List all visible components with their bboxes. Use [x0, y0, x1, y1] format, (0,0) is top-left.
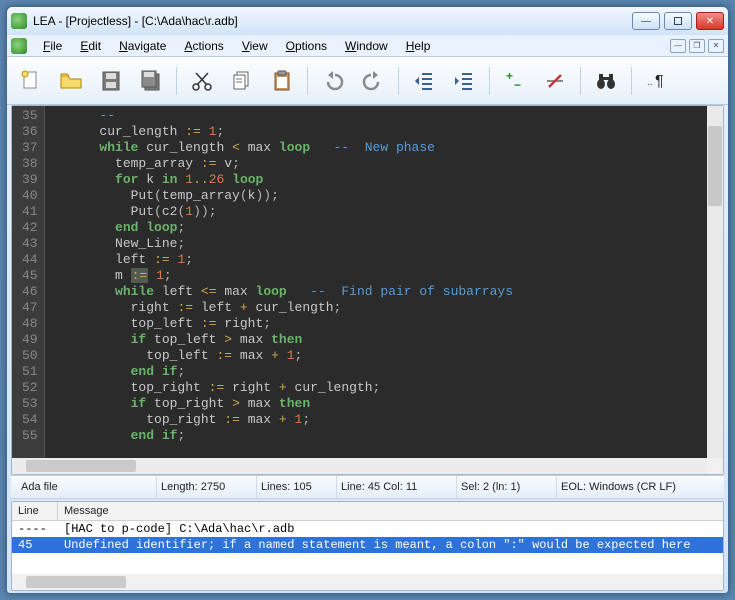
messages-header: Line Message — [12, 502, 723, 521]
find-button[interactable] — [588, 63, 624, 99]
separator — [307, 67, 308, 95]
toggle-breakpoint-button[interactable] — [537, 63, 573, 99]
outdent-button[interactable] — [406, 63, 442, 99]
svg-text:¶: ¶ — [655, 73, 664, 90]
status-selection: Sel: 2 (ln: 1) — [457, 476, 557, 498]
paste-button[interactable] — [264, 63, 300, 99]
pilcrow-icon: ..¶ — [645, 69, 669, 93]
separator — [631, 67, 632, 95]
scrollbar-thumb[interactable] — [26, 460, 136, 472]
titlebar[interactable]: LEA - [Projectless] - [C:\Ada\hac\r.adb]… — [7, 7, 728, 35]
add-remove-button[interactable]: +− — [497, 63, 533, 99]
editor-pane: 3536373839404142434445464748495051525354… — [11, 105, 724, 475]
messages-rows: ----[HAC to p-code] C:\Ada\hac\r.adb45Un… — [12, 521, 723, 574]
open-file-button[interactable] — [53, 63, 89, 99]
separator — [580, 67, 581, 95]
separator — [176, 67, 177, 95]
line-gutter: 3536373839404142434445464748495051525354… — [12, 106, 45, 458]
pilcrow-button[interactable]: ..¶ — [639, 63, 675, 99]
status-position: Line: 45 Col: 11 — [337, 476, 457, 498]
scrollbar-thumb[interactable] — [26, 576, 126, 588]
mdi-restore-icon[interactable]: ❐ — [689, 39, 705, 53]
outdent-icon — [412, 69, 436, 93]
scrollbar-thumb[interactable] — [708, 126, 722, 206]
close-button[interactable]: ✕ — [696, 12, 724, 30]
undo-button[interactable] — [315, 63, 351, 99]
menu-navigate[interactable]: Navigate — [111, 37, 174, 55]
menu-window[interactable]: Window — [337, 37, 396, 55]
horizontal-scrollbar[interactable] — [12, 458, 707, 474]
undo-icon — [321, 69, 345, 93]
messages-panel: Line Message ----[HAC to p-code] C:\Ada\… — [11, 501, 724, 591]
status-lines: Lines: 105 — [257, 476, 337, 498]
status-bar: Ada file Length: 2750 Lines: 105 Line: 4… — [11, 475, 724, 499]
redo-button[interactable] — [355, 63, 391, 99]
new-file-button[interactable] — [13, 63, 49, 99]
separator — [489, 67, 490, 95]
messages-header-message[interactable]: Message — [58, 502, 723, 520]
messages-scrollbar[interactable] — [12, 574, 723, 590]
copy-button[interactable] — [224, 63, 260, 99]
save-all-button[interactable] — [133, 63, 169, 99]
app-icon — [11, 13, 27, 29]
code-editor[interactable]: 3536373839404142434445464748495051525354… — [12, 106, 723, 458]
svg-text:+: + — [506, 69, 513, 83]
menu-options[interactable]: Options — [278, 37, 335, 55]
message-row[interactable]: 45Undefined identifier; if a named state… — [12, 537, 723, 553]
indent-button[interactable] — [446, 63, 482, 99]
code-area[interactable]: -- cur_length := 1; while cur_length < m… — [45, 106, 707, 458]
new-file-icon — [19, 69, 43, 93]
redo-icon — [361, 69, 385, 93]
messages-header-line[interactable]: Line — [12, 502, 58, 520]
save-icon — [99, 69, 123, 93]
scrollbar-corner — [707, 458, 723, 474]
window-buttons: — ✕ — [632, 12, 724, 30]
save-all-icon — [139, 69, 163, 93]
mdi-minimize-icon[interactable]: — — [670, 39, 686, 53]
menubar: File Edit Navigate Actions View Options … — [7, 35, 728, 57]
message-row[interactable]: ----[HAC to p-code] C:\Ada\hac\r.adb — [12, 521, 723, 537]
copy-icon — [230, 69, 254, 93]
binoculars-icon — [594, 69, 618, 93]
separator — [398, 67, 399, 95]
scissors-icon — [190, 69, 214, 93]
strike-icon — [543, 69, 567, 93]
vertical-scrollbar[interactable] — [707, 106, 723, 458]
open-folder-icon — [59, 69, 83, 93]
toolbar: +− ..¶ — [7, 57, 728, 105]
window-title: LEA - [Projectless] - [C:\Ada\hac\r.adb] — [33, 14, 632, 28]
menu-actions[interactable]: Actions — [176, 37, 231, 55]
indent-icon — [452, 69, 476, 93]
clipboard-icon — [270, 69, 294, 93]
menu-file[interactable]: File — [35, 37, 70, 55]
app-window: LEA - [Projectless] - [C:\Ada\hac\r.adb]… — [6, 6, 729, 594]
status-filetype: Ada file — [17, 476, 157, 498]
app-menu-icon — [11, 38, 27, 54]
menu-view[interactable]: View — [234, 37, 276, 55]
mdi-close-icon[interactable]: ✕ — [708, 39, 724, 53]
status-eol: EOL: Windows (CR LF) — [557, 476, 718, 498]
minimize-button[interactable]: — — [632, 12, 660, 30]
maximize-button[interactable] — [664, 12, 692, 30]
menu-help[interactable]: Help — [398, 37, 439, 55]
save-button[interactable] — [93, 63, 129, 99]
status-length: Length: 2750 — [157, 476, 257, 498]
menu-edit[interactable]: Edit — [72, 37, 109, 55]
svg-text:−: − — [514, 78, 521, 92]
plus-minus-icon: +− — [503, 69, 527, 93]
svg-text:..: .. — [647, 77, 653, 88]
cut-button[interactable] — [184, 63, 220, 99]
